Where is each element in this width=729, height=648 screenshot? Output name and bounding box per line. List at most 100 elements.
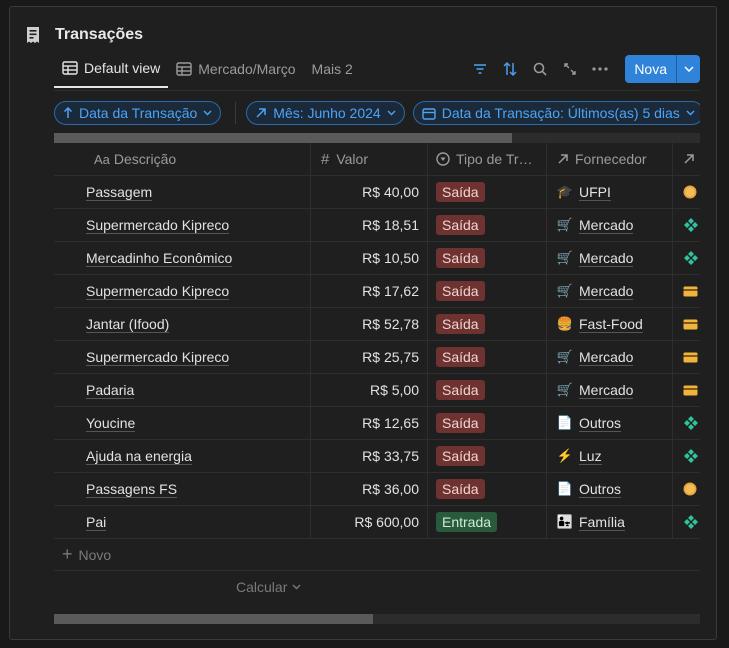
cell-valor[interactable]: R$ 52,78 — [310, 308, 427, 340]
fornecedor-link[interactable]: Fast-Food — [579, 316, 643, 333]
cell-tipo[interactable]: Saída — [427, 242, 546, 274]
sort-pill-date[interactable]: Data da Transação — [54, 101, 222, 125]
cell-relation[interactable] — [672, 209, 700, 241]
fornecedor-link[interactable]: Mercado — [579, 349, 634, 366]
table-row[interactable]: Ajuda na energia R$ 33,75 Saída ⚡ Luz — [54, 440, 700, 473]
new-button[interactable]: Nova — [625, 55, 700, 83]
filter-pill-date-range[interactable]: Data da Transação: Últimos(as) 5 dias — [412, 101, 700, 125]
cell-descricao[interactable]: Youcine — [54, 407, 310, 439]
column-header-descricao[interactable]: Aa Descrição — [54, 143, 310, 175]
filter-icon[interactable] — [465, 55, 495, 83]
cell-relation[interactable] — [672, 176, 700, 208]
fornecedor-link[interactable]: Outros — [579, 481, 622, 498]
cell-valor[interactable]: R$ 10,50 — [310, 242, 427, 274]
cell-descricao[interactable]: Supermercado Kipreco — [54, 341, 310, 373]
cell-fornecedor[interactable]: ⚡ Luz — [546, 440, 672, 472]
scrollbar-thumb[interactable] — [54, 133, 512, 143]
table-row[interactable]: Pai R$ 600,00 Entrada 👨‍👧 Família — [54, 506, 700, 539]
chevron-down-icon[interactable] — [676, 55, 700, 83]
scrollbar-thumb[interactable] — [54, 614, 373, 624]
cell-descricao[interactable]: Jantar (Ifood) — [54, 308, 310, 340]
fornecedor-link[interactable]: Mercado — [579, 283, 634, 300]
cell-fornecedor[interactable]: 🛒 Mercado — [546, 209, 672, 241]
cell-descricao[interactable]: Mercadinho Econômico — [54, 242, 310, 274]
table-row[interactable]: Youcine R$ 12,65 Saída 📄 Outros — [54, 407, 700, 440]
column-header-fornecedor[interactable]: Fornecedor — [546, 143, 672, 175]
cell-valor[interactable]: R$ 25,75 — [310, 341, 427, 373]
fornecedor-link[interactable]: Outros — [579, 415, 622, 432]
sort-icon[interactable] — [495, 55, 525, 83]
table-row[interactable]: Padaria R$ 5,00 Saída 🛒 Mercado — [54, 374, 700, 407]
cell-tipo[interactable]: Saída — [427, 308, 546, 340]
cell-relation[interactable] — [672, 506, 700, 538]
cell-fornecedor[interactable]: 🛒 Mercado — [546, 242, 672, 274]
cell-fornecedor[interactable]: 🛒 Mercado — [546, 374, 672, 406]
cell-relation[interactable] — [672, 275, 700, 307]
tab-more[interactable]: Mais 2 — [304, 56, 361, 82]
fornecedor-link[interactable]: UFPI — [579, 184, 611, 201]
table-row[interactable]: Mercadinho Econômico R$ 10,50 Saída 🛒 Mer… — [54, 242, 700, 275]
horizontal-scrollbar-bottom[interactable] — [54, 614, 700, 624]
cell-fornecedor[interactable]: 🛒 Mercado — [546, 275, 672, 307]
fornecedor-link[interactable]: Família — [579, 514, 625, 531]
column-header-relation[interactable] — [672, 143, 700, 175]
cell-tipo[interactable]: Saída — [427, 473, 546, 505]
cell-descricao[interactable]: Ajuda na energia — [54, 440, 310, 472]
cell-fornecedor[interactable]: 🍔 Fast-Food — [546, 308, 672, 340]
cell-valor[interactable]: R$ 12,65 — [310, 407, 427, 439]
cell-descricao[interactable]: Padaria — [54, 374, 310, 406]
column-header-tipo[interactable]: Tipo de Tr… — [427, 143, 546, 175]
cell-descricao[interactable]: Passagens FS — [54, 473, 310, 505]
expand-icon[interactable] — [555, 55, 585, 83]
calculate-button[interactable]: Calcular — [54, 571, 700, 603]
table-row[interactable]: Supermercado Kipreco R$ 17,62 Saída 🛒 Mer… — [54, 275, 700, 308]
table-row[interactable]: Passagens FS R$ 36,00 Saída 📄 Outros — [54, 473, 700, 506]
cell-tipo[interactable]: Entrada — [427, 506, 546, 538]
cell-descricao[interactable]: Supermercado Kipreco — [54, 209, 310, 241]
cell-fornecedor[interactable]: 📄 Outros — [546, 473, 672, 505]
more-icon[interactable] — [585, 55, 615, 83]
table-row[interactable]: Passagem R$ 40,00 Saída 🎓 UFPI — [54, 176, 700, 209]
horizontal-scrollbar-top[interactable] — [54, 133, 700, 143]
cell-valor[interactable]: R$ 17,62 — [310, 275, 427, 307]
cell-tipo[interactable]: Saída — [427, 275, 546, 307]
cell-descricao[interactable]: Supermercado Kipreco — [54, 275, 310, 307]
new-button-label[interactable]: Nova — [625, 55, 676, 83]
fornecedor-link[interactable]: Mercado — [579, 217, 634, 234]
cell-valor[interactable]: R$ 5,00 — [310, 374, 427, 406]
cell-fornecedor[interactable]: 🎓 UFPI — [546, 176, 672, 208]
database-title[interactable]: Transações — [55, 26, 143, 44]
table-row[interactable]: Supermercado Kipreco R$ 18,51 Saída 🛒 Mer… — [54, 209, 700, 242]
cell-tipo[interactable]: Saída — [427, 440, 546, 472]
cell-relation[interactable] — [672, 308, 700, 340]
cell-tipo[interactable]: Saída — [427, 209, 546, 241]
fornecedor-link[interactable]: Luz — [579, 448, 602, 465]
search-icon[interactable] — [525, 55, 555, 83]
cell-valor[interactable]: R$ 33,75 — [310, 440, 427, 472]
cell-tipo[interactable]: Saída — [427, 374, 546, 406]
cell-descricao[interactable]: Pai — [54, 506, 310, 538]
cell-tipo[interactable]: Saída — [427, 176, 546, 208]
tab-mercado-marco[interactable]: Mercado/Março — [168, 56, 303, 82]
cell-fornecedor[interactable]: 🛒 Mercado — [546, 341, 672, 373]
cell-valor[interactable]: R$ 600,00 — [310, 506, 427, 538]
fornecedor-link[interactable]: Mercado — [579, 382, 634, 399]
cell-valor[interactable]: R$ 36,00 — [310, 473, 427, 505]
cell-relation[interactable] — [672, 374, 700, 406]
fornecedor-link[interactable]: Mercado — [579, 250, 634, 267]
column-header-valor[interactable]: # Valor — [310, 143, 427, 175]
new-row-button[interactable]: + Novo — [54, 539, 700, 571]
cell-relation[interactable] — [672, 440, 700, 472]
cell-fornecedor[interactable]: 👨‍👧 Família — [546, 506, 672, 538]
cell-valor[interactable]: R$ 40,00 — [310, 176, 427, 208]
cell-valor[interactable]: R$ 18,51 — [310, 209, 427, 241]
table-row[interactable]: Jantar (Ifood) R$ 52,78 Saída 🍔 Fast-Food — [54, 308, 700, 341]
cell-tipo[interactable]: Saída — [427, 341, 546, 373]
table-row[interactable]: Supermercado Kipreco R$ 25,75 Saída 🛒 Mer… — [54, 341, 700, 374]
filter-pill-month[interactable]: Mês: Junho 2024 — [246, 101, 405, 125]
cell-relation[interactable] — [672, 407, 700, 439]
tab-default-view[interactable]: Default view — [54, 56, 169, 88]
cell-tipo[interactable]: Saída — [427, 407, 546, 439]
cell-relation[interactable] — [672, 473, 700, 505]
cell-relation[interactable] — [672, 242, 700, 274]
